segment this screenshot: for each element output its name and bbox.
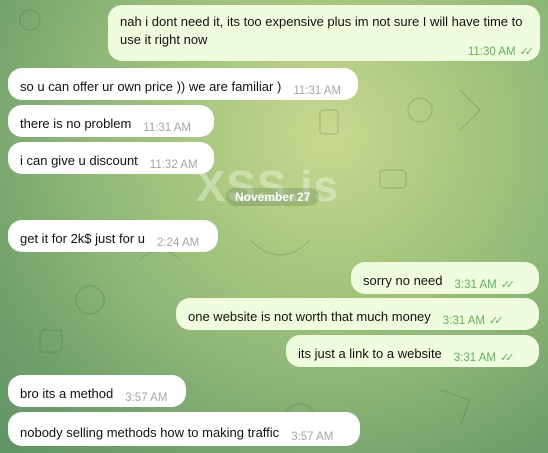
message-text: one website is not worth that much money [188, 309, 431, 324]
message-bubble-incoming[interactable]: bro its a method 3:57 AM [8, 375, 186, 407]
message-bubble-outgoing[interactable]: sorry no need 3:31 AM ✓✓ [351, 262, 539, 294]
message-bubble-incoming[interactable]: there is no problem 11:31 AM [8, 105, 214, 137]
message-bubble-incoming[interactable]: nobody selling methods how to making tra… [8, 412, 360, 446]
message-text: there is no problem [20, 116, 132, 131]
message-time: 11:31 AM [293, 85, 342, 97]
message-text: nobody selling methods how to making tra… [20, 425, 280, 440]
message-bubble-outgoing[interactable]: one website is not worth that much money… [176, 298, 539, 330]
message-text: so u can offer ur own price )) we are fa… [20, 79, 282, 94]
message-time: 3:31 AM [442, 315, 485, 327]
message-text: i can give u discount [20, 153, 138, 168]
message-bubble-outgoing[interactable]: its just a link to a website 3:31 AM ✓✓ [286, 335, 539, 367]
message-time: 3:31 AM [453, 352, 496, 364]
message-bubble-outgoing[interactable]: nah i dont need it, its too expensive pl… [108, 5, 540, 61]
date-separator: November 27 [226, 188, 320, 206]
double-check-icon: ✓✓ [489, 315, 504, 327]
double-check-icon: ✓✓ [500, 352, 515, 364]
message-time: 11:30 AM [467, 46, 516, 58]
message-bubble-incoming[interactable]: get it for 2k$ just for u 2:24 AM [8, 220, 218, 252]
message-time: 3:57 AM [125, 392, 168, 404]
message-time: 2:24 AM [157, 237, 200, 249]
message-text: get it for 2k$ just for u [20, 231, 146, 246]
message-text: bro its a method [20, 386, 114, 401]
message-bubble-incoming[interactable]: so u can offer ur own price )) we are fa… [8, 68, 358, 100]
double-check-icon: ✓✓ [500, 279, 516, 291]
message-text: sorry no need [363, 273, 443, 288]
message-time: 3:57 AM [291, 431, 334, 443]
message-time: 11:31 AM [143, 122, 192, 134]
double-check-icon: ✓✓ [519, 46, 535, 58]
message-bubble-incoming[interactable]: i can give u discount 11:32 AM [8, 142, 214, 174]
message-text: its just a link to a website [298, 346, 442, 361]
message-time: 11:32 AM [149, 159, 198, 171]
message-time: 3:31 AM [454, 279, 497, 291]
